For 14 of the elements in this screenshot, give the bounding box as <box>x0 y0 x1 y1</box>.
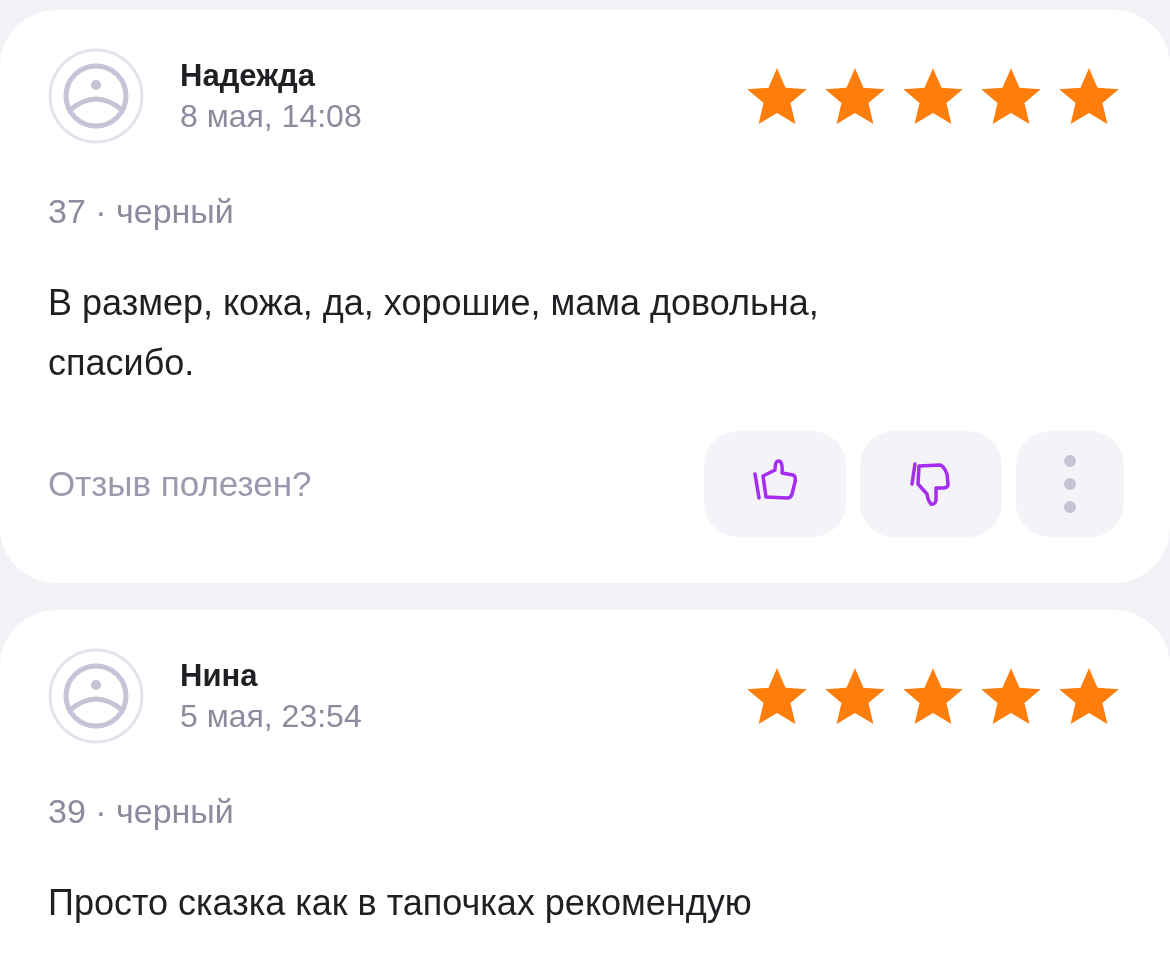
size-color: 39 · черный <box>48 792 235 831</box>
size-color: 37 · черный <box>48 192 235 231</box>
dislike-button[interactable] <box>860 431 1002 537</box>
author-name: Нина <box>180 657 259 694</box>
review-text: Просто сказка как в тапочках рекомендую <box>48 881 753 925</box>
avatar-icon <box>48 648 144 744</box>
review-date: 5 мая, 23:54 <box>180 697 362 735</box>
like-button[interactable] <box>704 431 846 537</box>
review-date: 8 мая, 14:08 <box>180 97 362 135</box>
helpful-question: Отзыв полезен? <box>48 464 312 504</box>
more-icon <box>1063 454 1077 514</box>
avatar-icon <box>48 48 144 144</box>
author-name: Надежда <box>180 57 317 94</box>
review-text: В размер, кожа, да, хорошие, мама довольна, спасибо. <box>48 281 820 385</box>
